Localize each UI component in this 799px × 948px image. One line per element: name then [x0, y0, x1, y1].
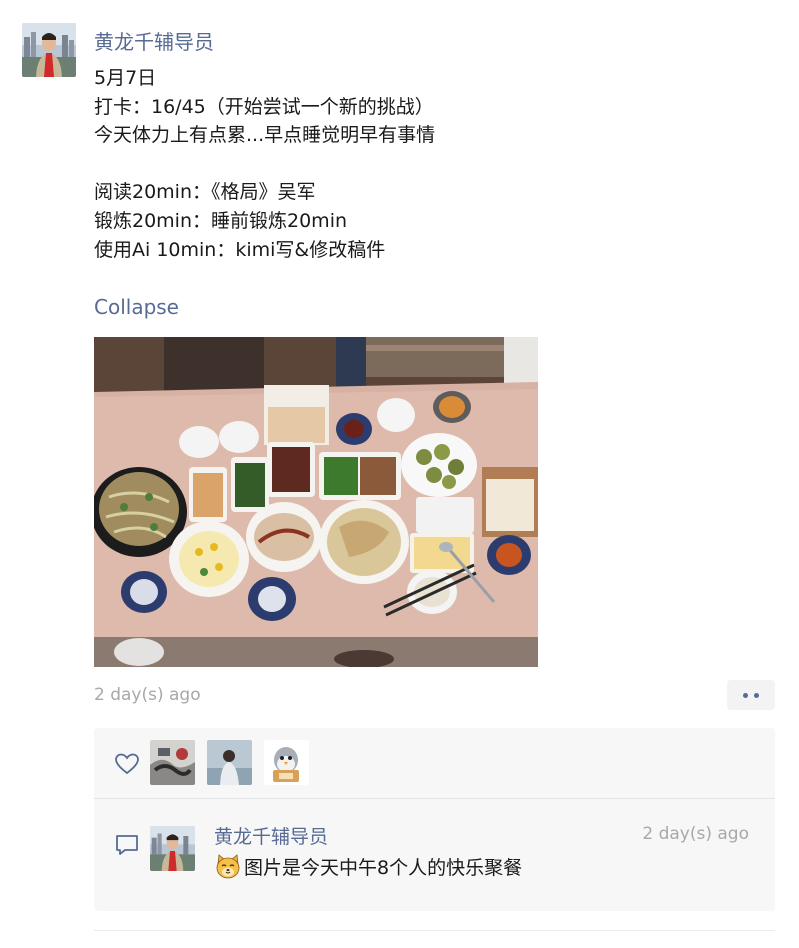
comment-author-avatar[interactable] [150, 826, 195, 871]
interaction-panel: 黄龙千辅导员 2 day(s) ago 图片是今天中午8个人的快乐聚餐 [94, 728, 775, 911]
comment-content[interactable]: 图片是今天中午8个人的快乐聚餐 [214, 852, 522, 880]
panel-divider [94, 798, 775, 799]
post-line: 打卡：16/45（开始尝试一个新的挑战） [94, 95, 434, 118]
post-author-name[interactable]: 黄龙千辅导员 [94, 26, 214, 55]
comment-text: 图片是今天中午8个人的快乐聚餐 [244, 856, 523, 879]
post-line: 锻炼20min：睡前锻炼20min [94, 209, 348, 232]
post-line: 5月7日 [94, 67, 157, 89]
more-options-button[interactable] [727, 680, 775, 710]
ellipsis-icon [743, 692, 748, 698]
post-photo[interactable] [94, 337, 538, 667]
comment-author-name[interactable]: 黄龙千辅导员 [214, 822, 328, 849]
liker-avatar[interactable] [207, 740, 252, 785]
post-line: 今天体力上有点累...早点睡觉明早有事情 [94, 124, 436, 147]
comment-icon [116, 835, 138, 855]
liker-avatar[interactable] [150, 740, 195, 785]
post-line: 阅读20min：《格局》吴军 [94, 181, 316, 204]
heart-icon[interactable] [114, 752, 140, 776]
post-line: 使用Ai 10min：kimi写&修改稿件 [94, 238, 386, 261]
liker-avatar[interactable] [264, 740, 309, 785]
ellipsis-icon [754, 692, 759, 698]
likes-row [94, 728, 775, 798]
cat-face-icon [216, 854, 240, 879]
feed-separator [94, 930, 775, 931]
comment-timestamp: 2 day(s) ago [642, 824, 749, 844]
post-author-avatar[interactable] [22, 23, 76, 77]
post-line [94, 150, 435, 179]
post-timestamp: 2 day(s) ago [94, 685, 201, 705]
collapse-link[interactable]: Collapse [94, 295, 179, 319]
post-content: 5月7日 打卡：16/45（开始尝试一个新的挑战） 今天体力上有点累...早点睡… [94, 64, 435, 264]
